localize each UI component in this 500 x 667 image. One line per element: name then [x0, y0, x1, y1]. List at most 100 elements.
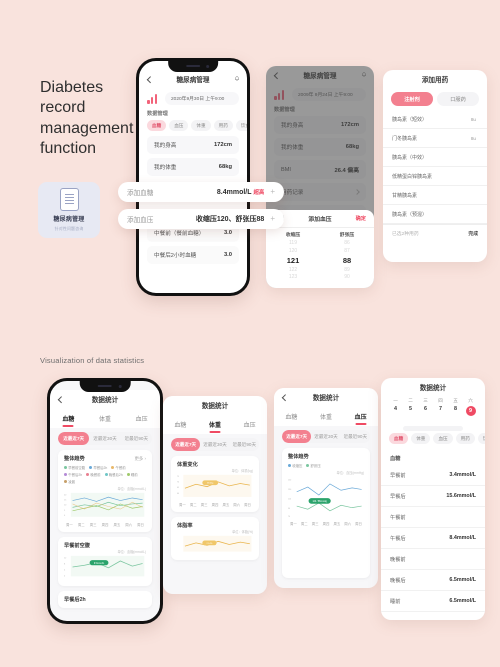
- chip-weight[interactable]: 体重: [191, 120, 211, 132]
- picker-column-diastolic[interactable]: 舒张压 86 87 88 89 90: [320, 228, 374, 285]
- log-rows: 中餐前（餐前血糖） 3.0 中餐后2小时血糖 3.0: [139, 224, 247, 265]
- range-90d[interactable]: 近最近90天: [230, 438, 259, 451]
- axis-note: 单位：体重(kg): [231, 469, 253, 473]
- picker-option[interactable]: 87: [320, 248, 374, 256]
- overlay-label: 添加血压: [127, 217, 154, 224]
- range-90d[interactable]: 近最近90天: [341, 430, 370, 443]
- tab-oral[interactable]: 口服药: [437, 92, 479, 106]
- list-item[interactable]: 胰岛素（预混）: [383, 205, 487, 224]
- reading-value: 15.6mmol/L: [446, 493, 476, 500]
- picker-option[interactable]: 122: [266, 267, 320, 275]
- tab-injection[interactable]: 注射剂: [391, 92, 433, 106]
- tab-weight[interactable]: 体重: [87, 410, 124, 428]
- chip-diet[interactable]: 饮食: [477, 433, 485, 445]
- list-item[interactable]: 午餐后 8.4mmol/L: [381, 528, 485, 550]
- svg-text:70: 70: [177, 482, 179, 484]
- picker-option[interactable]: 119: [266, 240, 320, 248]
- calendar-day[interactable]: 8: [448, 404, 463, 418]
- feature-card-diabetes[interactable]: 糖尿病管理 针对性问题咨询: [38, 182, 100, 238]
- more-link[interactable]: 更多 ›: [135, 456, 146, 462]
- calendar-day[interactable]: 6: [418, 404, 433, 418]
- list-item[interactable]: 胰岛素（短效） 8u: [383, 110, 487, 129]
- row-weight[interactable]: 我的体重 68kg: [147, 158, 239, 177]
- tab-weight[interactable]: 体重: [198, 416, 233, 434]
- plus-icon[interactable]: +: [270, 215, 275, 223]
- list-item[interactable]: 胰岛素（中效）: [383, 148, 487, 167]
- row-height[interactable]: 我的身高 172cm: [147, 136, 239, 155]
- svg-text:68.0kg: 68.0kg: [207, 483, 213, 485]
- list-item[interactable]: 门冬胰岛素 8u: [383, 129, 487, 148]
- overlay-add-blood-sugar[interactable]: 添加血糖 8.4mmol/L 超高 +: [118, 182, 284, 202]
- picker-option[interactable]: 123: [266, 274, 320, 282]
- card-header: 体脂率: [177, 522, 253, 529]
- reading-label: 早餐后: [390, 493, 406, 500]
- chip-medication[interactable]: 用药: [213, 120, 233, 132]
- plus-icon[interactable]: +: [270, 188, 275, 196]
- list-item[interactable]: 早餐后 15.6mmol/L: [381, 486, 485, 508]
- picker-option[interactable]: 89: [320, 267, 374, 275]
- picker-option[interactable]: 86: [320, 240, 374, 248]
- list-section-title: 血糖: [390, 456, 401, 463]
- calendar-day[interactable]: 4: [388, 404, 403, 418]
- list-item[interactable]: 午餐前: [381, 507, 485, 529]
- list-item[interactable]: 晚餐前: [381, 549, 485, 571]
- legend-item: 午餐后2h: [64, 472, 82, 477]
- chevron-left-icon[interactable]: [146, 75, 154, 83]
- med-unit[interactable]: 8u: [471, 136, 478, 141]
- calendar-day-selected[interactable]: 9: [463, 404, 478, 418]
- range-30d[interactable]: 近最近30天: [200, 438, 229, 451]
- list-item[interactable]: 晚餐后 6.5mmol/L: [381, 570, 485, 592]
- calendar-day[interactable]: 5: [403, 404, 418, 418]
- list-item[interactable]: 睡前 6.5mmol/L: [381, 591, 485, 613]
- week-calendar: 一 二 三 四 五 六 4 5 6 7 8 9: [381, 395, 485, 422]
- card-title: 早餐后2h: [64, 596, 86, 603]
- phone-notch: [79, 381, 131, 392]
- med-name: 胰岛素（预混）: [392, 211, 428, 218]
- range-7d[interactable]: 近最近7天: [171, 438, 201, 451]
- range-90d[interactable]: 近最近90天: [121, 432, 152, 445]
- chip-diet[interactable]: 饮食: [235, 120, 247, 132]
- med-unit[interactable]: 8u: [471, 117, 478, 122]
- range-7d[interactable]: 近最近7天: [282, 430, 312, 443]
- calendar-day[interactable]: 7: [433, 404, 448, 418]
- chevron-left-icon[interactable]: [281, 393, 289, 401]
- chip-blood-sugar[interactable]: 血糖: [147, 120, 167, 132]
- tab-weight[interactable]: 体重: [309, 408, 344, 426]
- chip-blood-sugar[interactable]: 血糖: [389, 433, 409, 445]
- list-item[interactable]: 低精蛋白锌胰岛素: [383, 167, 487, 186]
- tab-blood-sugar[interactable]: 血糖: [163, 416, 198, 434]
- list-item[interactable]: 甘精胰岛素: [383, 186, 487, 205]
- picker-option-selected[interactable]: 121: [266, 255, 320, 266]
- chip-blood-pressure[interactable]: 血压: [433, 433, 453, 445]
- picker-option[interactable]: 90: [320, 274, 374, 282]
- range-selector: 近最近7天 近最近30天 近最近90天: [58, 432, 152, 445]
- chip-medication[interactable]: 用药: [455, 433, 475, 445]
- tab-blood-sugar[interactable]: 血糖: [50, 410, 87, 428]
- calendar-handle[interactable]: [403, 426, 463, 431]
- tab-blood-pressure[interactable]: 血压: [123, 410, 160, 428]
- picker-option[interactable]: 120: [266, 248, 320, 256]
- list-item[interactable]: 早餐前 3.4mmol/L: [381, 465, 485, 487]
- row-lunch-after[interactable]: 中餐后2小时血糖 3.0: [147, 246, 239, 265]
- range-30d[interactable]: 近最近30天: [89, 432, 120, 445]
- picker-columns[interactable]: 收缩压 119 120 121 122 123 舒张压 86 87 88 89 …: [266, 228, 374, 285]
- svg-text:70: 70: [288, 516, 290, 518]
- range-30d[interactable]: 近最近30天: [311, 430, 340, 443]
- done-button[interactable]: 完成: [468, 230, 478, 237]
- range-7d[interactable]: 近最近7天: [58, 432, 90, 445]
- picker-option-selected[interactable]: 88: [320, 255, 374, 266]
- overlay-add-blood-pressure[interactable]: 添加血压 收缩压120、舒张压88 +: [118, 209, 284, 229]
- date-picker[interactable]: 2020年9月30日 上午9:00: [165, 92, 239, 105]
- picker-confirm[interactable]: 确定: [356, 215, 366, 222]
- column-header: 收缩压: [285, 232, 301, 238]
- picker-column-systolic[interactable]: 收缩压 119 120 121 122 123: [266, 228, 320, 285]
- tab-blood-pressure[interactable]: 血压: [232, 416, 267, 434]
- feature-card-title: 糖尿病管理: [53, 217, 85, 223]
- tab-blood-sugar[interactable]: 血糖: [274, 408, 309, 426]
- chevron-left-icon[interactable]: [57, 395, 65, 403]
- chip-blood-pressure[interactable]: 血压: [169, 120, 189, 132]
- tab-blood-pressure[interactable]: 血压: [343, 408, 378, 426]
- card-header: 早餐前空腹: [64, 542, 146, 549]
- bell-icon[interactable]: [234, 75, 240, 82]
- chip-weight[interactable]: 体重: [411, 433, 431, 445]
